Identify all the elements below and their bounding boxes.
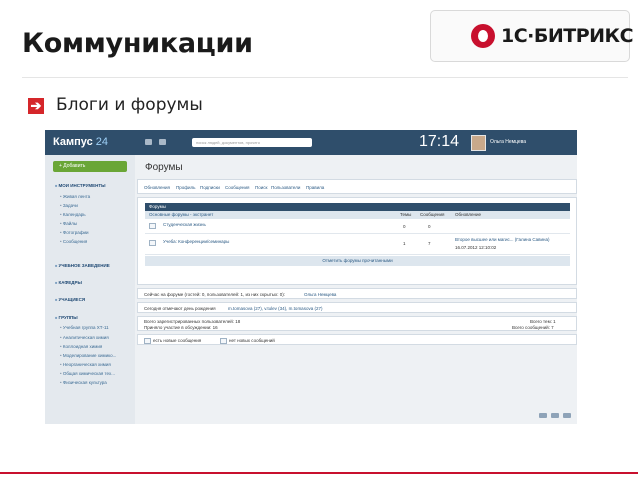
- sidebar-item[interactable]: Коллоидная химия: [60, 344, 102, 349]
- group-title[interactable]: Основные форумы - экстранет: [149, 211, 213, 219]
- forum-nav: Обновления Профиль Подписки Сообщения По…: [137, 179, 577, 194]
- sidebar-section[interactable]: МОИ ИНСТРУМЕНТЫ: [55, 183, 106, 188]
- sidebar-section[interactable]: ГРУППЫ: [55, 315, 78, 320]
- table-columns: Основные форумы - экстранет Темы Сообщен…: [145, 211, 570, 219]
- footer-panel-icon[interactable]: [563, 413, 571, 418]
- arrow-bullet-icon: ➔: [28, 98, 44, 114]
- left-sidebar: + Добавить МОИ ИНСТРУМЕНТЫ Живая лента Зад…: [45, 155, 135, 424]
- forum-messages: 7: [428, 241, 431, 246]
- forum-update-date: 16.07.2012 12:10:02: [455, 245, 497, 250]
- portal-screenshot: Кампус 24 поиск людей, документов, проче…: [45, 130, 577, 424]
- stats-panel: Всего зарегистрированных пользователей: …: [137, 316, 577, 331]
- birthday-panel: Сегодня отмечают день рождения m.tomasov…: [137, 302, 577, 313]
- stat-registered: Всего зарегистрированных пользователей: …: [144, 319, 241, 324]
- forum-title[interactable]: Учеба: Конференции/семинары: [163, 239, 229, 244]
- mail-icon[interactable]: [145, 139, 152, 145]
- user-name[interactable]: Ольга Немцева: [490, 139, 526, 145]
- stat-participated: Приняло участие в обсуждении: 16: [144, 325, 218, 330]
- sidebar-item[interactable]: Физическая культура: [60, 380, 107, 385]
- sidebar-item[interactable]: Живая лента: [60, 194, 90, 199]
- bitrix-logo-icon: [471, 24, 495, 48]
- sidebar-item[interactable]: Общая химическая тех...: [60, 371, 115, 376]
- sidebar-item[interactable]: Файлы: [60, 221, 77, 226]
- bitrix-logo: 1С·БИТРИКС: [430, 10, 634, 62]
- col-updates: Обновление: [455, 212, 481, 217]
- legend-none: нет новых сообщений: [229, 338, 275, 343]
- legend-new: есть новые сообщения: [153, 338, 202, 343]
- search-input[interactable]: поиск людей, документов, прочего: [192, 138, 312, 147]
- birthday-text: Сегодня отмечают день рождения: [144, 306, 216, 311]
- title-divider: [22, 77, 628, 78]
- portal-topbar: Кампус 24 поиск людей, документов, проче…: [45, 130, 577, 155]
- bottom-accent-line: [0, 472, 638, 474]
- brand-number: 24: [95, 136, 109, 148]
- sidebar-item[interactable]: Моделирование химико...: [60, 353, 117, 358]
- col-topics: Темы: [400, 212, 412, 217]
- table-row[interactable]: Учеба: Конференции/семинары 1 7 Второе в…: [145, 234, 570, 255]
- sidebar-section[interactable]: КАФЕДРЫ: [55, 280, 82, 285]
- new-messages-icon: [144, 338, 151, 344]
- bitrix-logo-text: 1С·БИТРИКС: [501, 25, 634, 47]
- sidebar-item[interactable]: Фотографии: [60, 230, 89, 235]
- birthday-people[interactable]: m.tomasova (27), v.tulev (34), m.tomasov…: [228, 306, 322, 311]
- mark-read-link[interactable]: Отметить форумы прочитанными: [145, 256, 570, 266]
- add-button[interactable]: + Добавить: [53, 161, 127, 172]
- table-row[interactable]: Студенческая жизнь 0 0: [145, 219, 570, 234]
- col-messages: Сообщения: [420, 212, 445, 217]
- nav-subscriptions[interactable]: Подписки: [200, 185, 220, 190]
- nav-rules[interactable]: Правила: [306, 185, 324, 190]
- sidebar-item[interactable]: Календарь: [60, 212, 86, 217]
- sidebar-item[interactable]: Учебная группа ХТ-11: [60, 325, 109, 330]
- nav-profile[interactable]: Профиль: [176, 185, 195, 190]
- sidebar-item[interactable]: Сообщения: [60, 239, 87, 244]
- footer-panel-icon[interactable]: [551, 413, 559, 418]
- stat-messages: Всего сообщений: 7: [512, 325, 554, 330]
- stat-topics: Всего тем: 1: [530, 319, 556, 324]
- forum-messages: 0: [428, 224, 431, 229]
- sidebar-item[interactable]: Неорганическая химия: [60, 362, 111, 367]
- nav-updates[interactable]: Обновления: [144, 185, 170, 190]
- sidebar-section[interactable]: УЧАЩИЕСЯ: [55, 297, 86, 302]
- portal-brand[interactable]: Кампус 24: [53, 136, 108, 148]
- sidebar-item[interactable]: Аналитическая химия: [60, 335, 109, 340]
- slide-title: Коммуникации: [22, 28, 253, 59]
- table-header: Форумы: [145, 203, 570, 211]
- forum-status-icon: [149, 223, 156, 229]
- forum-main: Форумы Обновления Профиль Подписки Сообщ…: [137, 155, 577, 424]
- forum-topics: 0: [403, 224, 406, 229]
- sidebar-item[interactable]: Задачи: [60, 203, 78, 208]
- online-text: Сейчас на форуме (гостей: 0, пользовател…: [144, 292, 286, 297]
- page-title: Форумы: [145, 162, 183, 173]
- no-messages-icon: [220, 338, 227, 344]
- nav-messages[interactable]: Сообщения: [225, 185, 249, 190]
- chat-icon[interactable]: [159, 139, 166, 145]
- brand-text: Кампус: [53, 136, 93, 148]
- online-panel: Сейчас на форуме (гостей: 0, пользовател…: [137, 288, 577, 299]
- clock-display: 17:14: [419, 133, 460, 150]
- forums-table: Форумы Основные форумы - экстранет Темы …: [137, 197, 577, 285]
- nav-users[interactable]: Пользователи: [271, 185, 300, 190]
- slide-subtitle: Блоги и форумы: [56, 95, 203, 115]
- forum-topics: 1: [403, 241, 406, 246]
- footer-panel-icon[interactable]: [539, 413, 547, 418]
- forum-last-update[interactable]: Второе высшее или магис... (Галина Савин…: [455, 237, 550, 242]
- nav-search[interactable]: Поиск: [255, 185, 267, 190]
- legend-panel: есть новые сообщения нет новых сообщений: [137, 334, 577, 345]
- sidebar-section[interactable]: УЧЕБНОЕ ЗАВЕДЕНИЕ: [55, 263, 110, 268]
- forum-status-icon: [149, 240, 156, 246]
- online-user[interactable]: Ольга Немцева: [304, 292, 336, 297]
- user-avatar[interactable]: [471, 135, 486, 151]
- forum-title[interactable]: Студенческая жизнь: [163, 222, 206, 227]
